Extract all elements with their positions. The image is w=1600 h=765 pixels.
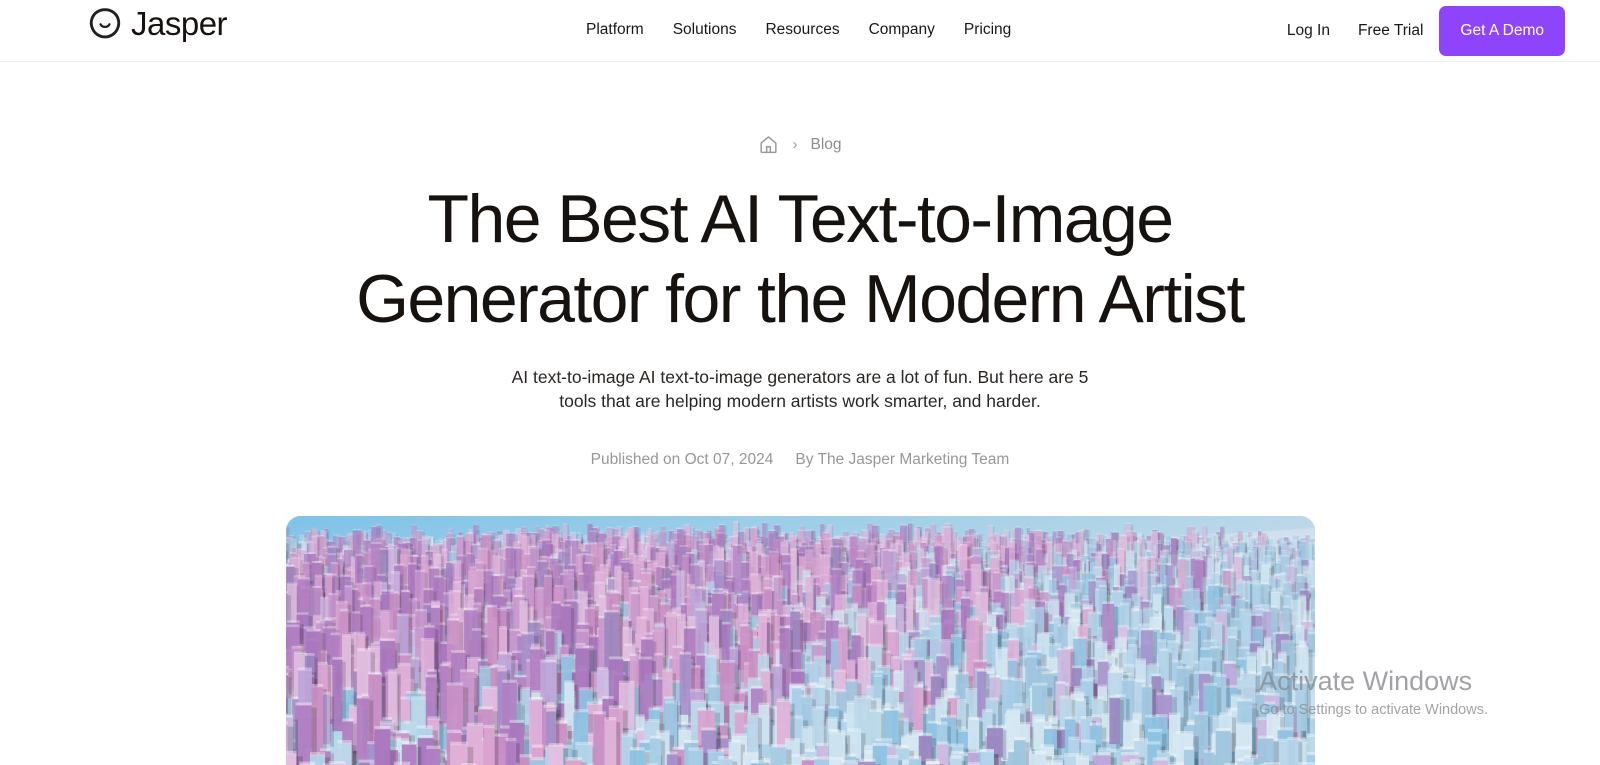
brand-logo-link[interactable]: Jasper: [88, 5, 228, 42]
home-icon[interactable]: [758, 134, 779, 155]
nav-item-platform[interactable]: Platform: [586, 19, 644, 41]
brand-wordmark: Jasper: [131, 5, 228, 42]
login-link[interactable]: Log In: [1287, 9, 1330, 53]
hero-image: [285, 516, 1315, 765]
free-trial-link[interactable]: Free Trial: [1358, 9, 1423, 53]
published-date: Published on Oct 07, 2024: [590, 451, 774, 468]
page-title: The Best AI Text-to-Image Generator for …: [356, 181, 1245, 337]
nav-item-company[interactable]: Company: [869, 19, 935, 41]
primary-navigation: Platform Solutions Resources Company Pri…: [586, 19, 1011, 41]
jasper-logo-icon: [88, 7, 122, 41]
breadcrumb-separator-icon: ›: [792, 135, 798, 153]
nav-item-resources[interactable]: Resources: [765, 19, 839, 41]
article-meta: Published on Oct 07, 2024 By The Jasper …: [0, 449, 1600, 471]
article-subtitle: AI text-to-image AI text-to-image genera…: [511, 367, 1089, 411]
header-actions: Log In Free Trial Get A Demo: [1287, 6, 1565, 56]
breadcrumb: › Blog: [0, 132, 1600, 156]
site-header: Jasper Platform Solutions Resources Comp…: [0, 0, 1600, 62]
nav-item-solutions[interactable]: Solutions: [673, 19, 737, 41]
get-a-demo-button[interactable]: Get A Demo: [1439, 6, 1565, 56]
article-author: By The Jasper Marketing Team: [795, 451, 1010, 468]
nav-item-pricing[interactable]: Pricing: [964, 19, 1011, 41]
breadcrumb-item-blog[interactable]: Blog: [810, 134, 841, 155]
article-hero: › Blog The Best AI Text-to-Image Generat…: [0, 62, 1600, 765]
